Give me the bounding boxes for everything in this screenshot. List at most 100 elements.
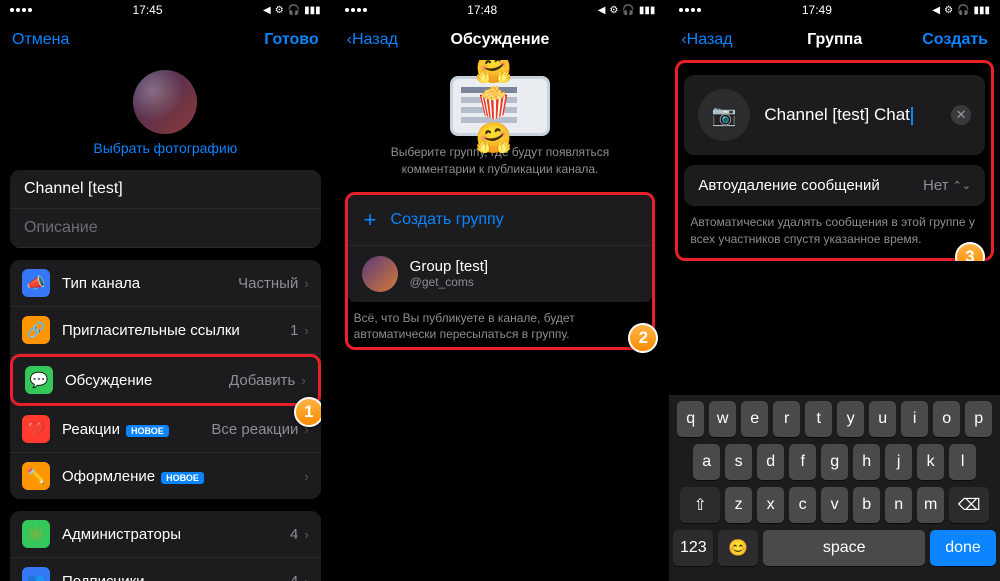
key-t[interactable]: t xyxy=(805,401,832,437)
navbar: ‹ Назад Группа Создать xyxy=(669,20,1000,60)
key-c[interactable]: c xyxy=(789,487,816,523)
status-icons: ◀⚙🎧▮▮▮ xyxy=(263,5,321,16)
status-bar: 17:49 ◀⚙🎧▮▮▮ xyxy=(669,0,1000,20)
key-j[interactable]: j xyxy=(885,444,912,480)
create-group-button[interactable]: + Создать группу xyxy=(348,195,653,246)
group-name-block: 📷 Channel [test] Chat ✕ xyxy=(684,75,985,155)
chevron-right-icon: › xyxy=(301,373,305,388)
key-s[interactable]: s xyxy=(725,444,752,480)
key-f[interactable]: f xyxy=(789,444,816,480)
screen-discussion: 17:48 ◀⚙🎧▮▮▮ ‹ Назад Обсуждение 🤗🍿🤗 Выбе… xyxy=(335,0,666,581)
key-b[interactable]: b xyxy=(853,487,880,523)
chevron-right-icon: › xyxy=(304,323,308,338)
key-h[interactable]: h xyxy=(853,444,880,480)
key-v[interactable]: v xyxy=(821,487,848,523)
signal-dots xyxy=(345,8,367,12)
autodelete-row[interactable]: Автоудаление сообщений Нет⌃⌄ xyxy=(684,165,985,206)
channel-avatar[interactable] xyxy=(133,70,197,134)
group-avatar xyxy=(362,256,398,292)
navbar: ‹ Назад Обсуждение xyxy=(335,20,666,60)
key-d[interactable]: d xyxy=(757,444,784,480)
done-button[interactable]: Готово xyxy=(264,31,318,49)
key-l[interactable]: l xyxy=(949,444,976,480)
key-z[interactable]: z xyxy=(725,487,752,523)
clock: 17:48 xyxy=(467,3,497,17)
row-discussion[interactable]: 💬 Обсуждение Добавить › 1 xyxy=(10,354,321,406)
cancel-button[interactable]: Отмена xyxy=(12,31,69,49)
key-a[interactable]: a xyxy=(693,444,720,480)
status-bar: 17:48 ◀⚙🎧▮▮▮ xyxy=(335,0,666,20)
settings-list-1: 📣 Тип канала Частный › 🔗 Пригласительные… xyxy=(10,260,321,499)
navbar: Отмена Готово xyxy=(0,20,331,60)
page-title: Группа xyxy=(807,31,862,49)
clear-input-button[interactable]: ✕ xyxy=(951,105,971,125)
screen-create-group: 17:49 ◀⚙🎧▮▮▮ ‹ Назад Группа Создать 📷 Ch… xyxy=(669,0,1000,581)
key-123[interactable]: 123 xyxy=(673,530,713,566)
key-g[interactable]: g xyxy=(821,444,848,480)
signal-dots xyxy=(679,8,701,12)
choose-photo-link[interactable]: Выбрать фотографию xyxy=(93,140,237,156)
heart-icon: ❤️ xyxy=(22,415,50,443)
chevron-right-icon: › xyxy=(304,574,308,581)
megaphone-icon: 📣 xyxy=(22,269,50,297)
chevron-right-icon: › xyxy=(304,527,308,542)
key-r[interactable]: r xyxy=(773,401,800,437)
row-design[interactable]: ✏️ ОформлениеНОВОЕ › xyxy=(10,453,321,499)
chevron-right-icon: › xyxy=(304,276,308,291)
back-button[interactable]: ‹ Назад xyxy=(347,31,398,49)
row-reactions[interactable]: ❤️ РеакцииНОВОЕ Все реакции › xyxy=(10,406,321,453)
name-desc-inputs: Channel [test] Описание xyxy=(10,170,321,248)
clock: 17:45 xyxy=(133,3,163,17)
key-i[interactable]: i xyxy=(901,401,928,437)
chevron-right-icon: › xyxy=(304,469,308,484)
key-x[interactable]: x xyxy=(757,487,784,523)
star-icon: ✳️ xyxy=(22,520,50,548)
kb-row-4: 123 😊 space done xyxy=(673,530,996,566)
keyboard: qwertyuiop asdfghjkl ⇧zxcvbnm⌫ 123 😊 spa… xyxy=(669,395,1000,581)
key-k[interactable]: k xyxy=(917,444,944,480)
status-bar: 17:45 ◀⚙🎧▮▮▮ xyxy=(0,0,331,20)
page-title: Обсуждение xyxy=(451,31,550,49)
illustration: 🤗🍿🤗 xyxy=(345,60,656,140)
back-button[interactable]: ‹ Назад xyxy=(681,31,732,49)
footer-text: Всё, что Вы публикуете в канале, будет а… xyxy=(348,302,653,348)
group-option[interactable]: Group [test] @get_coms xyxy=(348,246,653,302)
row-invite-links[interactable]: 🔗 Пригласительные ссылки 1 › xyxy=(10,307,321,354)
group-name-input[interactable]: Channel [test] Chat xyxy=(764,105,937,125)
key-w[interactable]: w xyxy=(709,401,736,437)
settings-list-2: ✳️ Администраторы 4 › 👥 Подписчики 4 › ⛔… xyxy=(10,511,321,581)
screen-channel-edit: 17:45 ◀⚙🎧▮▮▮ Отмена Готово Выбрать фотог… xyxy=(0,0,331,581)
key-m[interactable]: m xyxy=(917,487,944,523)
status-icons: ◀⚙🎧▮▮▮ xyxy=(598,5,656,16)
people-icon: 👥 xyxy=(22,567,50,581)
key-p[interactable]: p xyxy=(965,401,992,437)
avatar-section: Выбрать фотографию xyxy=(10,60,321,162)
plus-icon: + xyxy=(364,207,377,233)
status-icons: ◀⚙🎧▮▮▮ xyxy=(932,5,990,16)
row-admins[interactable]: ✳️ Администраторы 4 › xyxy=(10,511,321,558)
channel-name-input[interactable]: Channel [test] xyxy=(10,170,321,209)
key-emoji[interactable]: 😊 xyxy=(718,530,758,566)
step-badge-2: 2 xyxy=(628,323,658,353)
autodelete-desc: Автоматически удалять сообщения в этой г… xyxy=(680,206,989,252)
key-n[interactable]: n xyxy=(885,487,912,523)
paint-icon: ✏️ xyxy=(22,462,50,490)
signal-dots xyxy=(10,8,32,12)
camera-icon[interactable]: 📷 xyxy=(698,89,750,141)
key-e[interactable]: e xyxy=(741,401,768,437)
row-subscribers[interactable]: 👥 Подписчики 4 › xyxy=(10,558,321,581)
kb-row-1: qwertyuiop xyxy=(673,401,996,437)
key-done[interactable]: done xyxy=(930,530,996,566)
create-button[interactable]: Создать xyxy=(922,31,988,49)
chat-icon: 💬 xyxy=(25,366,53,394)
key-o[interactable]: o xyxy=(933,401,960,437)
description-input[interactable]: Описание xyxy=(10,209,321,248)
kb-row-2: asdfghjkl xyxy=(673,444,996,480)
key-space[interactable]: space xyxy=(763,530,925,566)
key-shift[interactable]: ⇧ xyxy=(680,487,720,523)
key-u[interactable]: u xyxy=(869,401,896,437)
key-q[interactable]: q xyxy=(677,401,704,437)
row-channel-type[interactable]: 📣 Тип канала Частный › xyxy=(10,260,321,307)
key-y[interactable]: y xyxy=(837,401,864,437)
key-backspace[interactable]: ⌫ xyxy=(949,487,989,523)
